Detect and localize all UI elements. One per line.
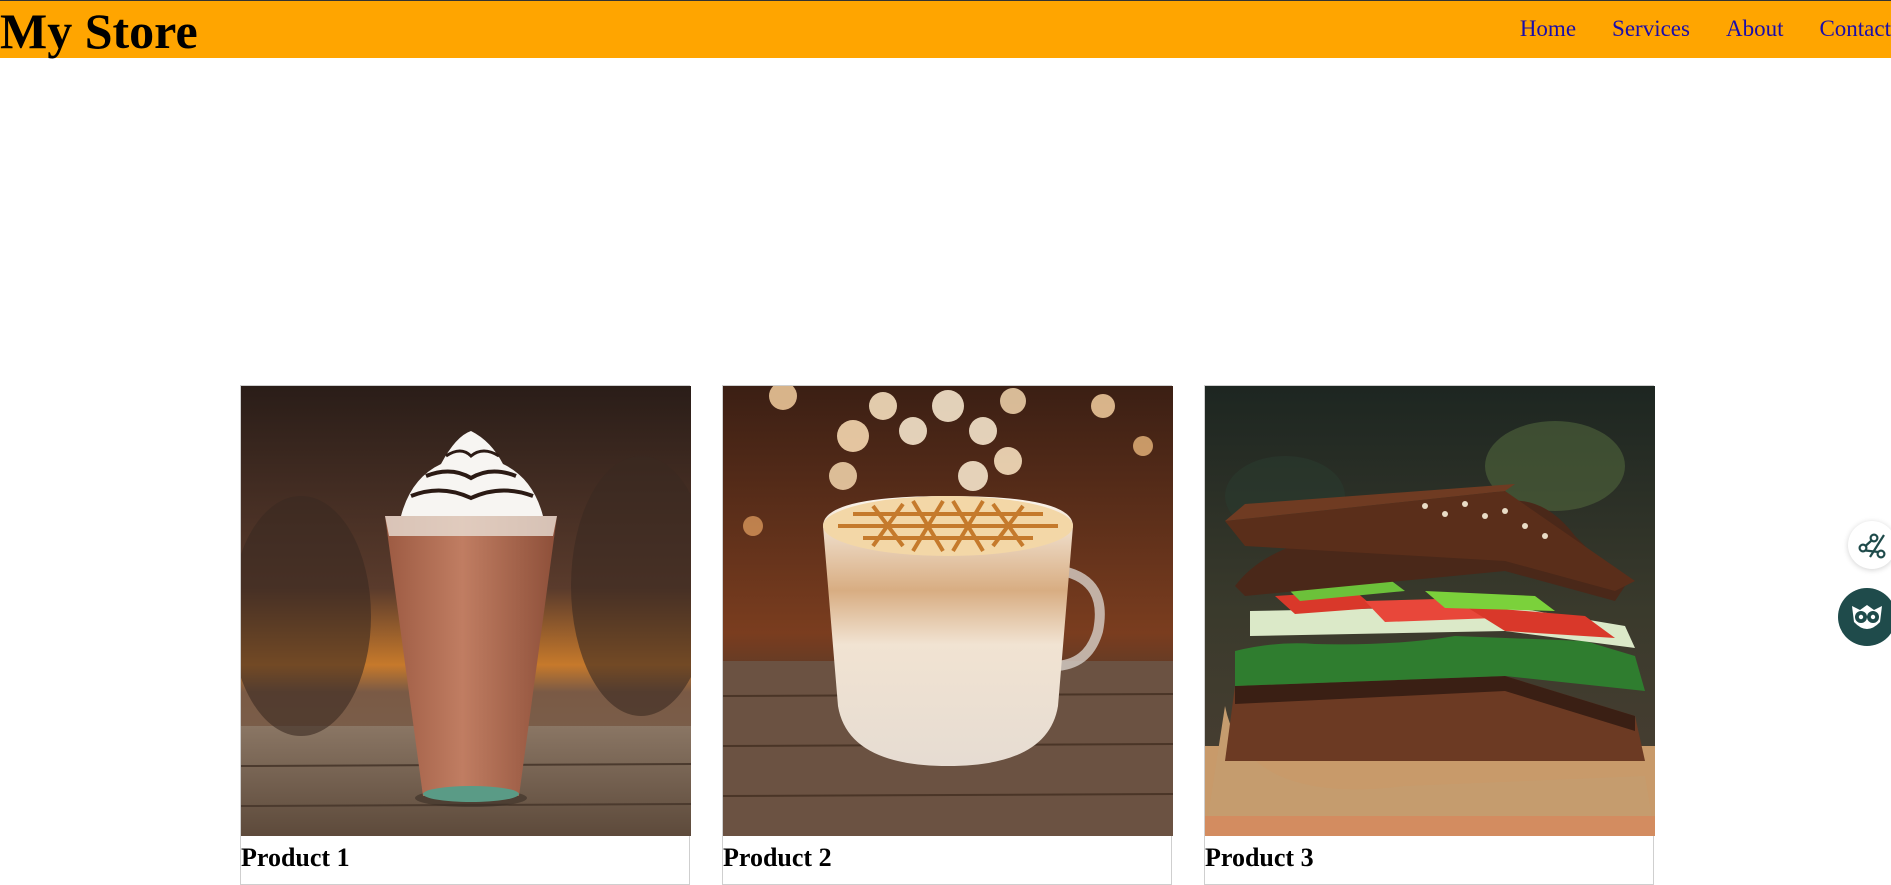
nav-link-contact[interactable]: Contact bbox=[1819, 0, 1891, 58]
site-header: My Store Home Services About Contact bbox=[0, 0, 1891, 59]
share-button[interactable] bbox=[1848, 521, 1891, 569]
nav-link-about[interactable]: About bbox=[1726, 0, 1784, 58]
product-card[interactable]: Product 1 bbox=[240, 385, 691, 885]
product-title: Product 2 bbox=[723, 843, 832, 872]
main-nav: Home Services About Contact bbox=[1520, 1, 1891, 59]
product-card[interactable]: Product 2 bbox=[722, 385, 1173, 885]
owl-icon bbox=[1852, 605, 1882, 629]
product-title: Product 3 bbox=[1205, 843, 1314, 872]
site-title: My Store bbox=[0, 3, 198, 59]
owl-assistant-button[interactable] bbox=[1838, 588, 1891, 646]
brown-bread-sandwich-photo bbox=[1205, 386, 1655, 836]
nav-link-services[interactable]: Services bbox=[1612, 0, 1690, 58]
share-icon bbox=[1858, 533, 1886, 559]
iced-mocha-frappuccino-photo bbox=[241, 386, 691, 836]
product-card[interactable]: Product 3 bbox=[1204, 385, 1655, 885]
nav-link-home[interactable]: Home bbox=[1520, 0, 1576, 58]
caramel-latte-mug-photo bbox=[723, 386, 1173, 836]
product-title: Product 1 bbox=[241, 843, 350, 872]
